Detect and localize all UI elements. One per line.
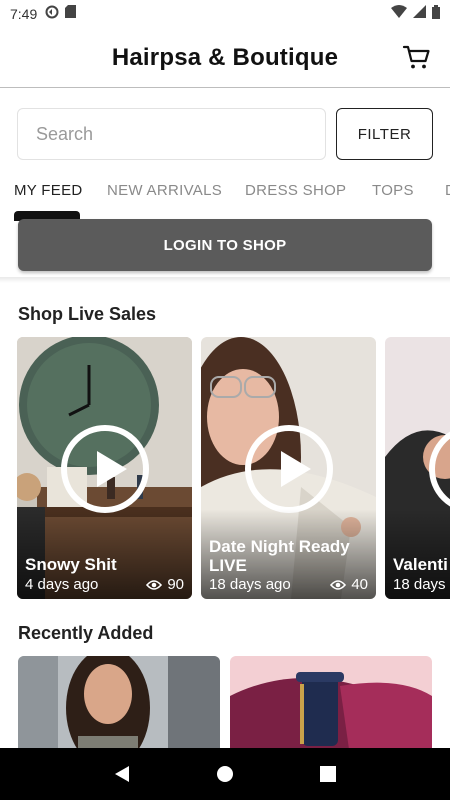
tab-dress-shop[interactable]: DRESS SHOP xyxy=(245,182,346,199)
sd-card-icon xyxy=(65,5,77,23)
filter-button[interactable]: FILTER xyxy=(336,108,433,160)
product-card[interactable] xyxy=(18,656,220,748)
cart-button[interactable] xyxy=(402,42,432,72)
system-nav-bar xyxy=(0,748,450,800)
live-sale-title: Valenti xyxy=(393,555,448,574)
tab-tops[interactable]: TOPS xyxy=(372,182,414,199)
views-count: 40 xyxy=(351,576,368,593)
nav-recents-button[interactable] xyxy=(313,759,343,789)
battery-icon xyxy=(432,4,440,24)
play-icon xyxy=(61,425,149,513)
app-header: Hairpsa & Boutique xyxy=(0,28,450,88)
recently-added-carousel[interactable] xyxy=(18,656,450,748)
cart-icon xyxy=(402,45,430,69)
live-sales-carousel[interactable]: Snowy Shit 4 days ago 90 Date Night Read… xyxy=(17,337,450,599)
live-sale-date: 18 days ago xyxy=(209,576,291,593)
live-sale-title: Snowy Shit xyxy=(25,555,117,574)
live-sale-title: Date Night Ready LIVE xyxy=(209,537,350,575)
eye-icon xyxy=(146,579,163,590)
section-divider xyxy=(0,277,450,283)
search-input[interactable] xyxy=(17,108,326,160)
status-bar: 7:49 xyxy=(0,0,450,28)
tab-new-arrivals[interactable]: NEW ARRIVALS xyxy=(107,182,222,199)
login-to-shop-button[interactable]: LOGIN TO SHOP xyxy=(18,219,432,271)
live-sales-title: Shop Live Sales xyxy=(18,304,157,324)
app-title: Hairpsa & Boutique xyxy=(111,43,339,71)
live-sale-date: 18 days xyxy=(393,576,446,593)
tab-more[interactable]: D xyxy=(445,182,450,199)
home-icon xyxy=(216,766,233,782)
nav-back-button[interactable] xyxy=(107,759,137,789)
category-tabs: MY FEED NEW ARRIVALS DRESS SHOP TOPS D xyxy=(0,172,450,216)
nav-home-button[interactable] xyxy=(210,759,240,789)
live-sale-card[interactable]: Valenti 18 days xyxy=(385,337,450,599)
eye-icon xyxy=(330,579,347,590)
live-sale-card[interactable]: Date Night Ready LIVE 18 days ago 40 xyxy=(201,337,376,599)
back-icon xyxy=(114,766,129,782)
live-sale-card[interactable]: Snowy Shit 4 days ago 90 xyxy=(17,337,192,599)
status-time: 7:49 xyxy=(10,6,38,22)
sync-icon xyxy=(45,5,59,24)
live-sale-date: 4 days ago xyxy=(25,576,99,593)
search-row: FILTER xyxy=(17,108,433,160)
signal-icon xyxy=(413,5,426,23)
views-count: 90 xyxy=(167,576,184,593)
live-sale-views: 40 xyxy=(330,576,368,593)
tab-my-feed[interactable]: MY FEED xyxy=(14,182,83,199)
recents-icon xyxy=(320,766,337,782)
live-sale-views: 90 xyxy=(146,576,184,593)
play-icon xyxy=(245,425,333,513)
product-image xyxy=(230,656,432,748)
product-card[interactable] xyxy=(230,656,432,748)
wifi-icon xyxy=(391,5,407,23)
product-image xyxy=(18,656,220,748)
recently-added-title: Recently Added xyxy=(18,623,154,643)
